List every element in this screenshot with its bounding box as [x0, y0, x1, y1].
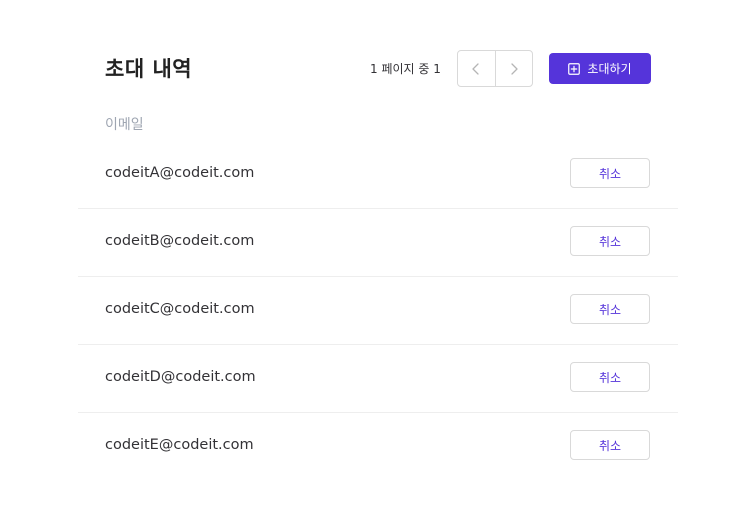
invite-button-label: 초대하기 — [587, 62, 632, 76]
prev-page-button[interactable] — [458, 51, 495, 86]
next-page-button[interactable] — [494, 51, 533, 86]
email-column-header: 이메일 — [105, 117, 144, 133]
list-item: codeitC@codeit.com 취소 — [78, 277, 678, 345]
cancel-invite-button[interactable]: 취소 — [570, 226, 650, 256]
list-item: codeitA@codeit.com 취소 — [78, 141, 678, 209]
pagination-controls — [457, 50, 533, 87]
pagination-info: 1 페이지 중 1 — [370, 62, 441, 76]
list-item: codeitB@codeit.com 취소 — [78, 209, 678, 277]
invitee-email: codeitD@codeit.com — [105, 369, 256, 385]
invitee-email: codeitC@codeit.com — [105, 301, 255, 317]
cancel-invite-button[interactable]: 취소 — [570, 158, 650, 188]
invitee-email: codeitA@codeit.com — [105, 165, 255, 181]
list-item: codeitD@codeit.com 취소 — [78, 345, 678, 413]
chevron-right-icon — [511, 62, 518, 75]
list-item: codeitE@codeit.com 취소 — [78, 413, 678, 480]
cancel-invite-button[interactable]: 취소 — [570, 430, 650, 460]
cancel-invite-button[interactable]: 취소 — [570, 294, 650, 324]
invitee-email: codeitB@codeit.com — [105, 233, 255, 249]
cancel-invite-button[interactable]: 취소 — [570, 362, 650, 392]
chevron-left-icon — [472, 62, 479, 75]
invitation-history-card: 초대 내역 1 페이지 중 1 초대하기 이메일 codeitA@codeit.… — [78, 22, 678, 480]
invite-button[interactable]: 초대하기 — [549, 53, 651, 84]
invitation-list: codeitA@codeit.com 취소 codeitB@codeit.com… — [78, 141, 678, 480]
invitee-email: codeitE@codeit.com — [105, 437, 254, 453]
plus-square-icon — [568, 62, 581, 75]
page-title: 초대 내역 — [105, 57, 193, 81]
